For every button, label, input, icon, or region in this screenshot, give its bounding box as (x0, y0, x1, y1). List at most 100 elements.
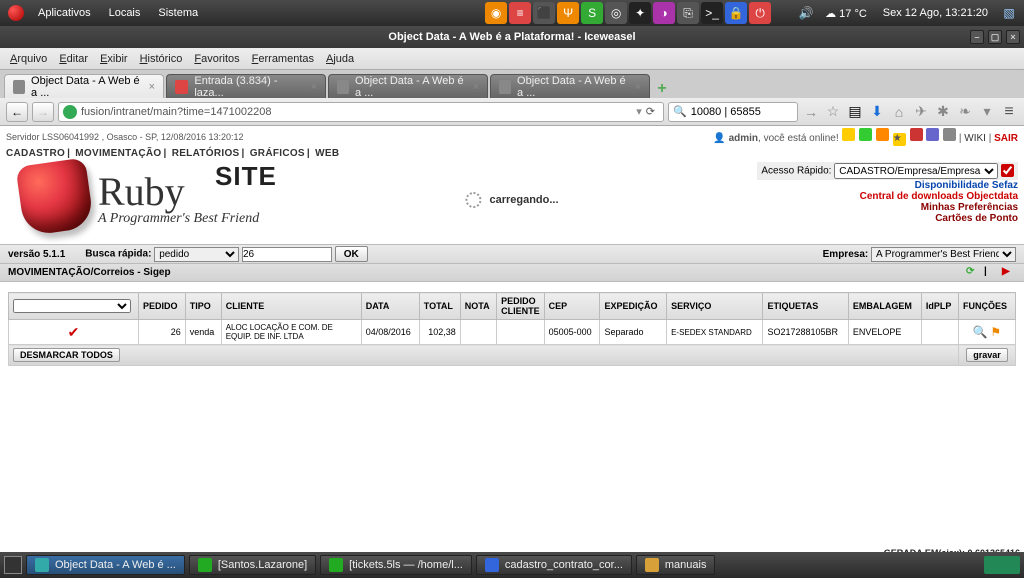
menu-edit[interactable]: Editar (55, 51, 92, 67)
menu-view[interactable]: Exibir (96, 51, 132, 67)
tab[interactable]: Object Data - A Web é a ...× (4, 74, 164, 98)
check-icon[interactable]: ✔ (68, 324, 80, 340)
menu-history[interactable]: Histórico (136, 51, 187, 67)
qa-checkbox[interactable] (1001, 164, 1014, 177)
qa-link[interactable]: Disponibilidade Sefaz (757, 180, 1018, 191)
distro-icon[interactable] (8, 5, 24, 21)
maximize-button[interactable]: ▢ (988, 30, 1002, 44)
topmenu-graficos[interactable]: GRÁFICOS (250, 148, 305, 159)
status-badge[interactable] (876, 128, 889, 141)
tab[interactable]: Entrada (3.834) - laza...× (166, 74, 326, 98)
busca-input[interactable] (242, 247, 332, 262)
tray-icon[interactable]: S (581, 2, 603, 24)
tab[interactable]: Object Data - A Web é a ...× (490, 74, 650, 98)
tab[interactable]: Object Data - A Web é a ...× (328, 74, 488, 98)
gravar-button[interactable]: gravar (966, 348, 1008, 362)
busca-select[interactable]: pedido (154, 247, 239, 262)
wiki-link[interactable]: WIKI (964, 133, 986, 144)
status-badge[interactable] (859, 128, 872, 141)
go-icon[interactable]: → (802, 103, 820, 121)
show-desktop-button[interactable] (4, 556, 22, 574)
back-button[interactable]: ← (6, 102, 28, 122)
cell-pedido: 26 (139, 320, 186, 345)
youtube-icon[interactable]: ▶ (1002, 266, 1016, 280)
reload-icon[interactable]: ⟳ (642, 105, 659, 118)
bookmarks-icon[interactable]: ▤ (846, 103, 864, 121)
logout-link[interactable]: SAIR (994, 133, 1018, 144)
status-badge[interactable] (842, 128, 855, 141)
tray-icon[interactable]: ✦ (629, 2, 651, 24)
tray-icon[interactable]: Ψ (557, 2, 579, 24)
qa-link[interactable]: Minhas Preferências (757, 202, 1018, 213)
tray-icon[interactable]: ⬛ (533, 2, 555, 24)
close-button[interactable]: × (1006, 30, 1020, 44)
home-icon[interactable]: ⌂ (890, 103, 908, 121)
tray-icon[interactable]: ≡ (509, 2, 531, 24)
terminal-icon[interactable]: >_ (701, 2, 723, 24)
tray-expand-icon[interactable]: ▧ (998, 2, 1020, 24)
cell-cliente: ALOC LOCAÇÃO E COM. DE EQUIP. DE INF. LT… (221, 320, 361, 345)
send-icon[interactable]: ✈ (912, 103, 930, 121)
site-identity-icon[interactable] (63, 105, 77, 119)
status-badge[interactable] (910, 128, 923, 141)
volume-icon[interactable]: 🔊 (795, 2, 817, 24)
menu-file[interactable]: Arquivo (6, 51, 51, 67)
site-label: SITE (215, 161, 277, 192)
tray-icon[interactable]: ◑ (653, 2, 675, 24)
clock[interactable]: Sex 12 Ago, 13:21:20 (875, 7, 996, 19)
ok-button[interactable]: OK (335, 246, 368, 262)
url-bar[interactable]: fusion/intranet/main?time=1471002208 ▾ ⟳ (58, 102, 664, 122)
menu-icon[interactable]: ≡ (1000, 103, 1018, 121)
qa-label: Acesso Rápido: (761, 166, 831, 177)
flag-icon[interactable]: ⚑ (990, 325, 1001, 339)
power-icon[interactable]: ⏻ (749, 2, 771, 24)
qa-link[interactable]: Central de downloads Objectdata (757, 191, 1018, 202)
bookmark-star-icon[interactable]: ☆ (824, 103, 842, 121)
lock-icon[interactable]: 🔒 (725, 2, 747, 24)
taskbar-item[interactable]: cadastro_contrato_cor... (476, 555, 632, 575)
topmenu-cadastro[interactable]: CADASTRO (6, 148, 65, 159)
desmarcar-button[interactable]: DESMARCAR TODOS (13, 348, 120, 362)
search-icon[interactable]: 🔍 (973, 325, 988, 339)
tab-close-icon[interactable]: × (635, 81, 641, 93)
topmenu-movimentacao[interactable]: MOVIMENTAÇÃO (75, 148, 161, 159)
forward-button[interactable]: → (32, 102, 54, 122)
taskbar-item[interactable]: manuais (636, 555, 716, 575)
col-total: TOTAL (419, 293, 460, 320)
menu-places[interactable]: Locais (101, 4, 149, 22)
tab-close-icon[interactable]: × (149, 81, 155, 93)
topmenu-relatorios[interactable]: RELATÓRIOS (172, 148, 240, 159)
tray-icon[interactable]: ⎘ (677, 2, 699, 24)
gear-icon[interactable]: ✱ (934, 103, 952, 121)
menu-system[interactable]: Sistema (150, 4, 206, 22)
empresa-select[interactable]: A Programmer's Best Friend (871, 247, 1016, 262)
search-box[interactable]: 🔍 10080 | 65855 (668, 102, 798, 122)
refresh-icon[interactable]: ⟳ (966, 266, 980, 280)
menu-help[interactable]: Ajuda (322, 51, 358, 67)
status-badge[interactable]: ★ (893, 133, 906, 146)
taskbar-item[interactable]: [Santos.Lazarone] (189, 555, 316, 575)
filter-select[interactable] (13, 299, 131, 313)
taskbar-item[interactable]: [tickets.5ls — /home/l... (320, 555, 472, 575)
tray-icon[interactable]: ◎ (605, 2, 627, 24)
tray-icon[interactable]: ◉ (485, 2, 507, 24)
downloads-icon[interactable]: ⬇ (868, 103, 886, 121)
tab-close-icon[interactable]: × (311, 81, 317, 93)
weather[interactable]: ☁ 17 °C (819, 7, 873, 20)
qa-link[interactable]: Cartões de Ponto (757, 213, 1018, 224)
workspace-switcher[interactable] (984, 556, 1020, 574)
new-tab-button[interactable]: + (652, 80, 672, 98)
tab-close-icon[interactable]: × (473, 81, 479, 93)
taskbar-item[interactable]: Object Data - A Web é ... (26, 555, 185, 575)
status-badge[interactable] (926, 128, 939, 141)
dropdown-icon[interactable]: ▾ (978, 103, 996, 121)
qa-select[interactable]: CADASTRO/Empresa/Empresa (834, 163, 998, 179)
topmenu-web[interactable]: WEB (315, 148, 339, 159)
menu-applications[interactable]: Aplicativos (30, 4, 99, 22)
menu-tools[interactable]: Ferramentas (248, 51, 318, 67)
status-badge[interactable] (943, 128, 956, 141)
footprint-icon[interactable]: ❧ (956, 103, 974, 121)
menu-bookmarks[interactable]: Favoritos (190, 51, 243, 67)
minimize-button[interactable]: – (970, 30, 984, 44)
table-row[interactable]: ✔ 26 venda ALOC LOCAÇÃO E COM. DE EQUIP.… (9, 320, 1016, 345)
